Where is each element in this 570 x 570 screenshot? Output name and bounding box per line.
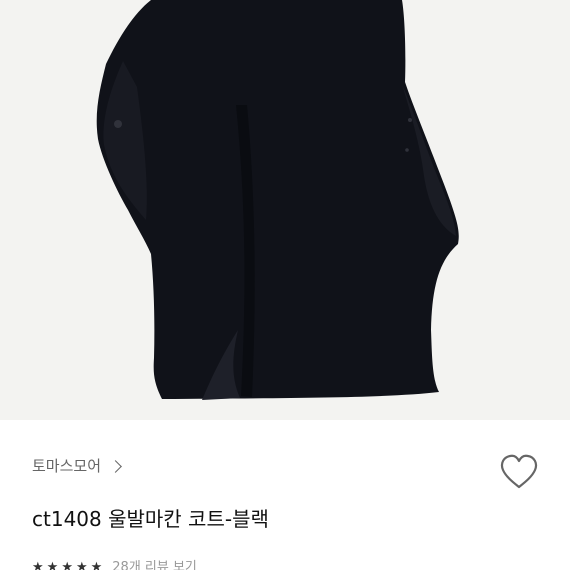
star-icon: ★ <box>90 560 103 570</box>
brand-link[interactable]: 토마스모어 <box>32 456 122 476</box>
wishlist-button[interactable] <box>498 452 540 492</box>
chevron-right-icon <box>109 460 122 473</box>
star-icon: ★ <box>32 560 44 570</box>
star-icon: ★ <box>46 560 59 570</box>
heart-icon <box>500 454 538 489</box>
product-title: ct1408 울발마칸 코트-블랙 <box>32 507 269 531</box>
product-page: 토마스모어 ct1408 울발마칸 코트-블랙 ★ ★ ★ ★ ★ 28개 리뷰… <box>0 0 570 570</box>
star-icon: ★ <box>61 560 73 570</box>
rating-row[interactable]: ★ ★ ★ ★ ★ 28개 리뷰 보기 <box>32 558 197 570</box>
pocket-button <box>408 118 412 122</box>
review-count-link[interactable]: 28개 리뷰 보기 <box>112 559 197 570</box>
brand-name: 토마스모어 <box>32 457 102 475</box>
product-image[interactable] <box>0 0 570 420</box>
star-icon: ★ <box>75 560 88 570</box>
product-info-panel: 토마스모어 ct1408 울발마칸 코트-블랙 ★ ★ ★ ★ ★ 28개 리뷰… <box>0 420 570 570</box>
coat-image <box>0 0 570 420</box>
side-button <box>405 148 409 152</box>
rating-stars: ★ ★ ★ ★ ★ <box>32 559 102 570</box>
sleeve-button <box>114 120 122 128</box>
